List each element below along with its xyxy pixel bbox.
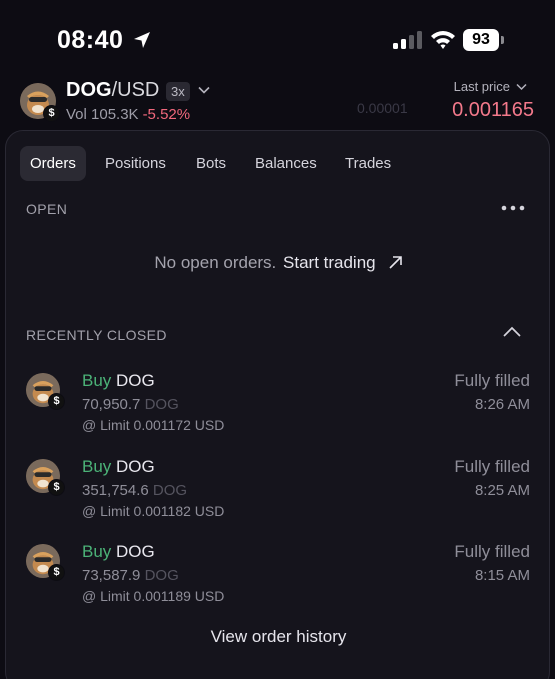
order-status: Fully filled: [454, 542, 530, 561]
open-section-title: OPEN: [26, 201, 68, 217]
orders-panel: Orders Positions Bots Balances Trades OP…: [5, 130, 550, 679]
order-time: 8:25 AM: [474, 482, 530, 499]
ticker-header[interactable]: $ DOG/USD 3x Vol 105.3K -5.52% 0.00001 La…: [0, 74, 555, 132]
no-open-orders-text: No open orders.: [154, 253, 277, 272]
closed-section-title: RECENTLY CLOSED: [26, 327, 167, 343]
battery-level: 93: [463, 29, 499, 51]
view-order-history-button[interactable]: View order history: [6, 627, 551, 647]
order-status: Fully filled: [454, 371, 530, 390]
chevron-up-icon[interactable]: [502, 326, 522, 338]
order-price: @ Limit 0.001182 USD: [82, 503, 225, 519]
usd-badge-icon: $: [43, 105, 60, 122]
price-change: -5.52%: [142, 106, 191, 123]
usd-badge-icon: $: [48, 479, 65, 496]
leverage-badge: 3x: [166, 82, 190, 101]
wifi-icon: [431, 31, 455, 49]
order-amount: 73,587.9: [82, 567, 141, 584]
order-time: 8:26 AM: [474, 396, 530, 413]
order-side: Buy: [82, 457, 112, 476]
order-title: Buy DOG: [82, 457, 155, 477]
tab-bots[interactable]: Bots: [186, 146, 236, 181]
tab-trades[interactable]: Trades: [335, 146, 401, 181]
location-arrow-icon: [134, 32, 150, 48]
order-unit: DOG: [144, 396, 179, 413]
order-price: @ Limit 0.001189 USD: [82, 588, 225, 604]
order-title: Buy DOG: [82, 542, 155, 562]
last-price-value: 0.001165: [452, 99, 534, 121]
battery-tip: [501, 36, 504, 44]
order-status: Fully filled: [454, 457, 530, 476]
arrow-up-right-icon: [389, 256, 402, 269]
no-open-orders: No open orders. Start trading: [6, 253, 551, 273]
last-price-label: Last price: [453, 79, 510, 94]
order-row[interactable]: $ Buy DOG 351,754.6 DOG @ Limit 0.001182…: [6, 457, 551, 527]
order-amount: 351,754.6: [82, 482, 149, 499]
order-row[interactable]: $ Buy DOG 70,950.7 DOG @ Limit 0.001172 …: [6, 371, 551, 441]
trading-pair[interactable]: DOG/USD: [66, 79, 159, 102]
order-amount: 70,950.7: [82, 396, 141, 413]
pair-base: DOG: [66, 79, 112, 101]
tab-orders[interactable]: Orders: [20, 146, 86, 181]
battery-icon: 93: [463, 29, 505, 51]
order-asset: DOG: [116, 371, 155, 390]
order-unit: DOG: [144, 567, 179, 584]
pair-chevron-down-icon[interactable]: [198, 86, 210, 95]
order-time: 8:15 AM: [474, 567, 530, 584]
order-asset: DOG: [116, 457, 155, 476]
order-amount-line: 351,754.6 DOG: [82, 482, 187, 499]
order-side: Buy: [82, 542, 112, 561]
last-price-chevron-down-icon[interactable]: [516, 83, 527, 91]
cell-signal-icon: [393, 31, 422, 49]
usd-badge-icon: $: [48, 393, 65, 410]
start-trading-label: Start trading: [283, 253, 376, 272]
order-row[interactable]: $ Buy DOG 73,587.9 DOG @ Limit 0.001189 …: [6, 542, 551, 612]
volume-value: Vol 105.3K: [66, 106, 139, 123]
status-bar: 08:40 93: [0, 0, 555, 74]
order-title: Buy DOG: [82, 371, 155, 391]
order-price: @ Limit 0.001172 USD: [82, 417, 225, 433]
usd-badge-icon: $: [48, 564, 65, 581]
volume-line: Vol 105.3K -5.52%: [66, 106, 190, 123]
pair-quote: USD: [117, 79, 160, 101]
order-unit: DOG: [152, 482, 188, 499]
status-time: 08:40: [57, 26, 124, 54]
ghost-price: 0.00001: [357, 100, 408, 116]
more-options-icon[interactable]: [501, 205, 525, 211]
tab-positions[interactable]: Positions: [95, 146, 176, 181]
order-amount-line: 70,950.7 DOG: [82, 396, 179, 413]
start-trading-link[interactable]: Start trading: [283, 253, 403, 272]
tab-balances[interactable]: Balances: [245, 146, 327, 181]
order-asset: DOG: [116, 542, 155, 561]
order-side: Buy: [82, 371, 112, 390]
order-amount-line: 73,587.9 DOG: [82, 567, 179, 584]
